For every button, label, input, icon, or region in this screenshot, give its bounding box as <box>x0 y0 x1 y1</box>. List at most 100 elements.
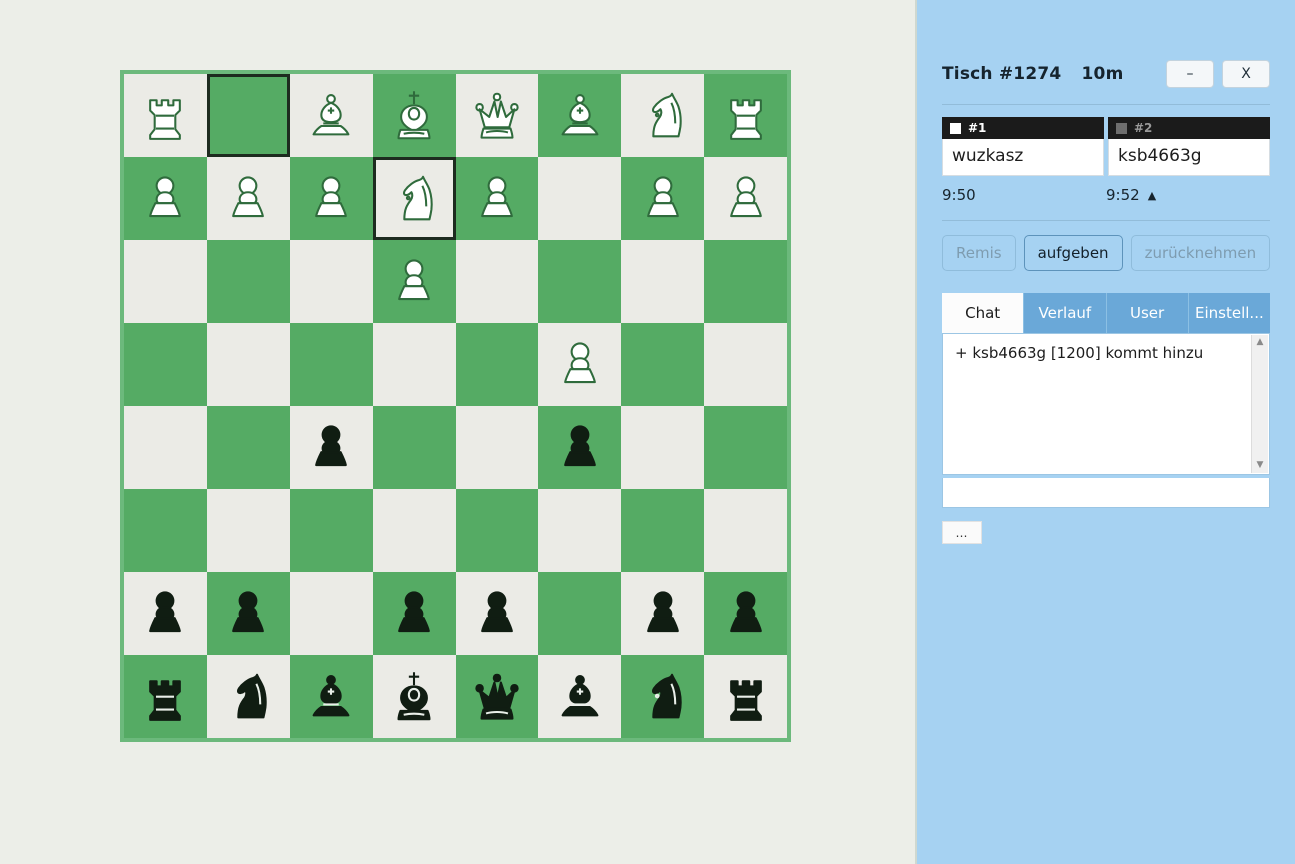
board-square-r1c6[interactable] <box>538 74 622 157</box>
board-square-r6c3[interactable] <box>289 489 373 572</box>
board-square-r1c5[interactable] <box>455 74 539 157</box>
board-square-r4c1[interactable] <box>124 323 207 406</box>
board-square-r8c8[interactable] <box>704 655 787 738</box>
board-square-r7c8[interactable] <box>704 572 787 655</box>
board-square-r3c7[interactable] <box>621 240 705 323</box>
board-square-r6c5[interactable] <box>455 489 539 572</box>
player-name-1[interactable]: wuzkasz <box>942 139 1104 176</box>
scroll-up-icon[interactable]: ▲ <box>1257 338 1264 347</box>
player-card-1: #1 wuzkasz <box>942 117 1104 176</box>
close-button[interactable]: X <box>1222 60 1270 88</box>
board-square-r7c6[interactable] <box>538 572 622 655</box>
piece-bQ <box>475 674 519 721</box>
board-square-r4c7[interactable] <box>621 323 705 406</box>
piece-wP <box>398 259 430 301</box>
piece-wR <box>149 99 182 141</box>
board-square-r1c3[interactable] <box>289 74 373 157</box>
board-square-r5c1[interactable] <box>124 406 207 489</box>
scroll-down-icon[interactable]: ▼ <box>1257 461 1264 470</box>
chat-message: + ksb4663g [1200] kommt hinzu <box>955 344 1204 362</box>
piece-wP <box>232 176 265 218</box>
board-square-r2c2[interactable] <box>206 157 290 240</box>
board-square-r5c3[interactable] <box>289 406 373 489</box>
board-square-r4c8[interactable] <box>704 323 787 406</box>
board-square-r5c4[interactable] <box>372 406 456 489</box>
piece-bP <box>646 591 679 633</box>
board-square-r3c5[interactable] <box>455 240 539 323</box>
board-square-r6c8[interactable] <box>704 489 787 572</box>
board-square-r7c2[interactable] <box>206 572 290 655</box>
board-square-r1c8[interactable] <box>704 74 787 157</box>
board-square-r2c6[interactable] <box>538 157 622 240</box>
board-area <box>0 0 915 864</box>
tab-chat[interactable]: Chat <box>942 293 1025 333</box>
tab-einstell[interactable]: Einstell... <box>1188 293 1270 333</box>
board-square-r7c3[interactable] <box>289 572 373 655</box>
board-square-r8c5[interactable] <box>455 655 539 738</box>
board-square-r4c2[interactable] <box>206 323 290 406</box>
board-square-r3c1[interactable] <box>124 240 207 323</box>
piece-bB <box>561 675 599 717</box>
board-square-r3c6[interactable] <box>538 240 622 323</box>
players-row: #1 wuzkasz #2 ksb4663g <box>942 117 1270 176</box>
board-square-r1c2[interactable] <box>206 74 290 157</box>
board-square-r6c6[interactable] <box>538 489 622 572</box>
piece-wQ <box>475 93 519 140</box>
board-square-r8c3[interactable] <box>289 655 373 738</box>
board-square-r3c3[interactable] <box>289 240 373 323</box>
board-square-r5c7[interactable] <box>621 406 705 489</box>
board-square-r3c8[interactable] <box>704 240 787 323</box>
action-button-aufgeben[interactable]: aufgeben <box>1023 235 1123 271</box>
board-square-r2c5[interactable] <box>455 157 539 240</box>
piece-wR <box>729 99 762 141</box>
board-square-r3c2[interactable] <box>206 240 290 323</box>
board-square-r7c1[interactable] <box>124 572 207 655</box>
board-square-r2c4[interactable] <box>372 157 456 240</box>
board-square-r6c4[interactable] <box>372 489 456 572</box>
player-header-1: #1 <box>942 117 1104 139</box>
board-square-r6c7[interactable] <box>621 489 705 572</box>
board-square-r1c7[interactable] <box>621 74 705 157</box>
board-square-r8c1[interactable] <box>124 655 207 738</box>
minimize-button[interactable]: – <box>1166 60 1214 88</box>
tab-verlauf[interactable]: Verlauf <box>1024 293 1107 333</box>
piece-bP <box>315 425 348 467</box>
board-square-r8c7[interactable] <box>621 655 705 738</box>
board-square-r4c4[interactable] <box>372 323 456 406</box>
player-header-2: #2 <box>1108 117 1270 139</box>
piece-bK <box>397 672 431 721</box>
more-options-button[interactable]: … <box>942 521 982 544</box>
board-square-r4c3[interactable] <box>289 323 373 406</box>
chess-board[interactable] <box>124 74 787 738</box>
board-square-r4c5[interactable] <box>455 323 539 406</box>
tab-user[interactable]: User <box>1106 293 1189 333</box>
board-square-r1c1[interactable] <box>124 74 207 157</box>
turn-indicator-icon: ▲ <box>1147 188 1157 202</box>
player-name-2[interactable]: ksb4663g <box>1108 139 1270 176</box>
board-square-r5c5[interactable] <box>455 406 539 489</box>
board-square-r7c5[interactable] <box>455 572 539 655</box>
board-square-r6c1[interactable] <box>124 489 207 572</box>
board-square-r8c4[interactable] <box>372 655 456 738</box>
board-square-r5c8[interactable] <box>704 406 787 489</box>
board-square-r7c4[interactable] <box>372 572 456 655</box>
board-square-r2c1[interactable] <box>124 157 207 240</box>
board-square-r2c8[interactable] <box>704 157 787 240</box>
board-square-r5c2[interactable] <box>206 406 290 489</box>
panel-header: Tisch #1274 10m – X <box>942 0 1270 88</box>
board-square-r5c6[interactable] <box>538 406 622 489</box>
player-clock-1: 9:50 <box>942 186 1106 204</box>
board-square-r4c6[interactable] <box>538 323 622 406</box>
board-square-r6c2[interactable] <box>206 489 290 572</box>
chat-input[interactable] <box>942 478 1270 508</box>
piece-bP <box>232 591 265 633</box>
board-square-r8c2[interactable] <box>206 655 290 738</box>
board-square-r7c7[interactable] <box>621 572 705 655</box>
chat-scrollbar[interactable]: ▲ ▼ <box>1251 335 1268 473</box>
board-square-r2c3[interactable] <box>289 157 373 240</box>
board-square-r2c7[interactable] <box>621 157 705 240</box>
board-square-r1c4[interactable] <box>372 74 456 157</box>
piece-bR <box>729 680 762 722</box>
board-square-r8c6[interactable] <box>538 655 622 738</box>
board-square-r3c4[interactable] <box>372 240 456 323</box>
